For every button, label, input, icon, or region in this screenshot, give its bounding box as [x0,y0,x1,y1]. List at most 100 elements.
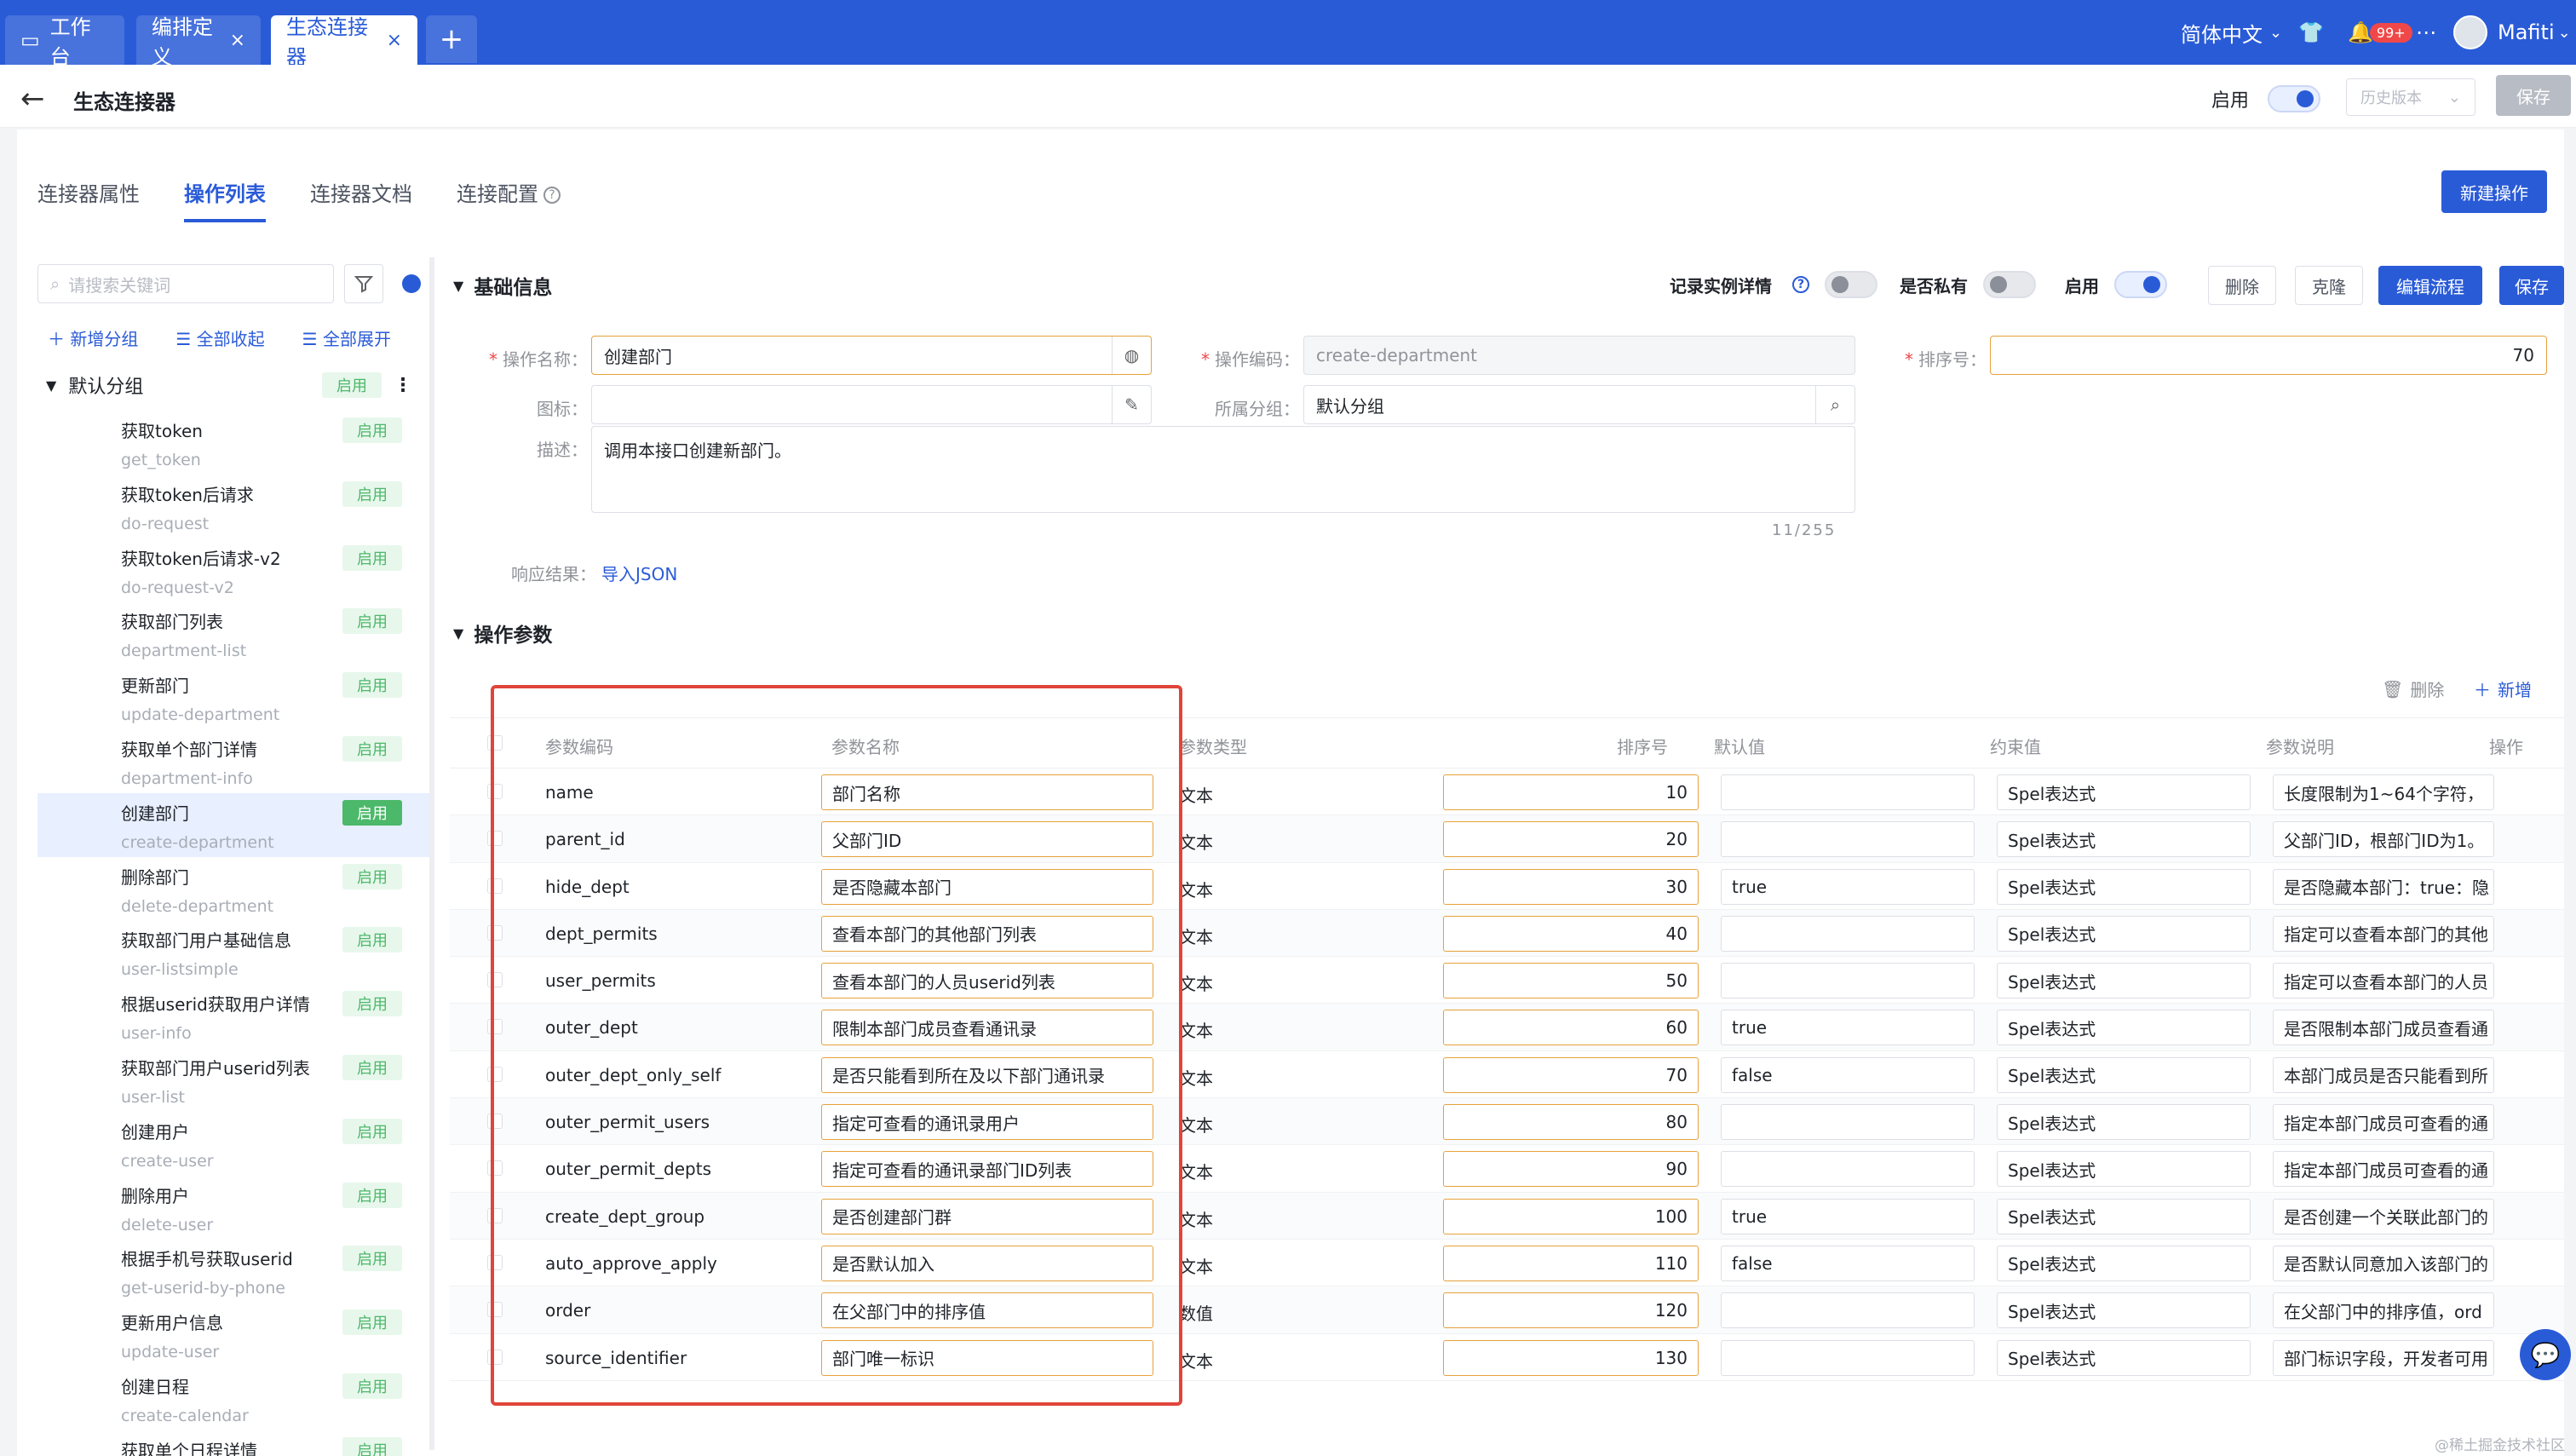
sidebar-operation-item[interactable]: 获取单个部门详情 department-info 启用 [37,729,429,793]
add-tab-button[interactable]: + [426,15,477,63]
add-param-button[interactable]: ＋ 新增 [2474,676,2532,701]
param-name-input[interactable]: 部门名称 [821,774,1153,810]
sidebar-operation-item[interactable]: 根据手机号获取userid get-userid-by-phone 启用 [37,1239,429,1303]
param-name-input[interactable]: 是否默认加入 [821,1245,1153,1281]
collapse-all-button[interactable]: ☰ 全部收起 [175,325,264,350]
param-sort-input[interactable]: 30 [1443,868,1699,905]
param-sort-input[interactable]: 120 [1443,1292,1699,1329]
sidebar-operation-item[interactable]: 获取部门用户基础信息 user-listsimple 启用 [37,920,429,984]
row-checkbox[interactable] [487,1302,503,1318]
param-constraint-select[interactable]: Spel表达式 [1997,915,2251,952]
delete-operation-button[interactable]: 删除 [2208,266,2276,305]
shirt-icon[interactable]: 👕 [2298,15,2324,49]
search-list-icon[interactable]: ⌕ [1815,386,1854,423]
back-arrow-icon[interactable]: ← [20,82,45,116]
param-name-input[interactable]: 指定可查看的通讯录用户 [821,1104,1153,1141]
param-desc-input[interactable]: 是否隐藏本部门：true：隐 [2273,868,2494,905]
sidebar-operation-item[interactable]: 创建用户 create-user 启用 [37,1112,429,1176]
row-checkbox[interactable] [487,1254,503,1270]
param-default-input[interactable]: false [1721,1245,1975,1281]
new-operation-button[interactable]: 新建操作 [2441,170,2547,213]
save-operation-button[interactable]: 保存 [2499,266,2564,305]
sidebar-operation-item[interactable]: 获取token后请求 do-request 启用 [37,475,429,538]
row-checkbox[interactable] [487,784,503,799]
param-desc-input[interactable]: 长度限制为1~64个字符， [2273,774,2494,810]
sidebar-scrollbar[interactable] [429,257,434,1450]
filter-icon[interactable] [344,264,383,303]
row-checkbox[interactable] [487,1160,503,1177]
basic-info-section[interactable]: ▼ 基础信息 [453,271,552,300]
param-desc-input[interactable]: 指定可以查看本部门的其他 [2273,915,2494,952]
param-desc-input[interactable]: 指定本部门成员可查看的通 [2273,1104,2494,1141]
sidebar-operation-item[interactable]: 删除部门 delete-department 启用 [37,857,429,921]
param-constraint-select[interactable]: Spel表达式 [1997,1339,2251,1376]
param-sort-input[interactable]: 20 [1443,821,1699,858]
param-constraint-select[interactable]: Spel表达式 [1997,1104,2251,1141]
history-version-select[interactable]: 历史版本 ⌄ [2346,78,2475,116]
subtab-2[interactable]: 连接器文档 [310,177,412,222]
operation-enable-toggle[interactable] [2114,271,2167,298]
param-sort-input[interactable]: 130 [1443,1339,1699,1376]
param-default-input[interactable] [1721,963,1975,999]
help-icon[interactable]: ? [1792,276,1809,293]
row-checkbox[interactable] [487,1207,503,1223]
language-switcher[interactable]: 简体中文 ⌄ [2181,15,2282,49]
import-json-link[interactable]: 导入JSON [601,561,677,585]
param-name-input[interactable]: 查看本部门的其他部门列表 [821,915,1153,952]
param-default-input[interactable]: true [1721,1198,1975,1234]
param-sort-input[interactable]: 40 [1443,915,1699,952]
param-desc-input[interactable]: 是否限制本部门成员查看通 [2273,1010,2494,1046]
sidebar-operation-item[interactable]: 获取token get_token 启用 [37,411,429,475]
expand-all-button[interactable]: ☰ 全部展开 [302,325,391,350]
notification-bell[interactable]: 🔔 99+ [2348,15,2412,49]
top-tab[interactable]: ▭ 工作台 [5,15,124,69]
param-sort-input[interactable]: 60 [1443,1010,1699,1046]
param-default-input[interactable] [1721,1151,1975,1188]
param-constraint-select[interactable]: Spel表达式 [1997,1245,2251,1281]
is-private-toggle[interactable] [1983,271,2036,298]
user-menu[interactable]: Mafiti ⌄ [2453,15,2571,49]
param-desc-input[interactable]: 部门标识字段，开发者可用 [2273,1339,2494,1376]
operation-code-input[interactable]: create-department [1303,336,1855,375]
sidebar-operation-item[interactable]: 创建部门 create-department 启用 [37,792,429,857]
sidebar-group[interactable]: ▼ 默认分组 启用 ⋮ [46,368,412,402]
param-default-input[interactable] [1721,774,1975,810]
subtab-3[interactable]: 连接配置? [457,177,561,222]
save-connector-button[interactable]: 保存 [2496,75,2571,116]
param-desc-input[interactable]: 指定本部门成员可查看的通 [2273,1151,2494,1188]
sidebar-search[interactable]: ⌕ 请搜索关键词 [37,264,334,303]
param-desc-input[interactable]: 是否创建一个关联此部门的 [2273,1198,2494,1234]
param-sort-input[interactable]: 110 [1443,1245,1699,1281]
param-name-input[interactable]: 限制本部门成员查看通讯录 [821,1010,1153,1046]
edit-flow-button[interactable]: 编辑流程 [2378,266,2482,305]
top-tab[interactable]: 编排定义 × [136,15,261,69]
sort-number-input[interactable]: 70 [1990,336,2547,375]
param-name-input[interactable]: 部门唯一标识 [821,1339,1153,1376]
sidebar-operation-item[interactable]: 获取部门列表 department-list 启用 [37,601,429,665]
collapse-sidebar-icon[interactable] [402,274,421,293]
sidebar-operation-item[interactable]: 创建日程 create-calendar 启用 [37,1367,429,1430]
param-default-input[interactable]: true [1721,868,1975,905]
more-vertical-icon[interactable]: ⋮ [394,375,412,396]
param-constraint-select[interactable]: Spel表达式 [1997,963,2251,999]
param-desc-input[interactable]: 是否默认同意加入该部门的 [2273,1245,2494,1281]
param-sort-input[interactable]: 90 [1443,1151,1699,1188]
param-desc-input[interactable]: 在父部门中的排序值，ord [2273,1292,2494,1329]
sidebar-operation-item[interactable]: 删除用户 delete-user 启用 [37,1176,429,1240]
row-checkbox[interactable] [487,831,503,847]
param-sort-input[interactable]: 50 [1443,963,1699,999]
params-section[interactable]: ▼ 操作参数 [453,619,552,647]
param-name-input[interactable]: 是否创建部门群 [821,1198,1153,1234]
param-name-input[interactable]: 是否隐藏本部门 [821,868,1153,905]
connector-enable-toggle[interactable] [2268,85,2321,112]
param-desc-input[interactable]: 本部门成员是否只能看到所 [2273,1056,2494,1093]
top-tab[interactable]: 生态连接器 × [271,15,417,69]
clone-operation-button[interactable]: 克隆 [2295,266,2363,305]
param-name-input[interactable]: 父部门ID [821,821,1153,858]
row-checkbox[interactable] [487,878,503,894]
param-default-input[interactable] [1721,915,1975,952]
operation-name-input[interactable]: 创建部门 ◍ [591,336,1152,375]
param-default-input[interactable]: false [1721,1056,1975,1093]
param-constraint-select[interactable]: Spel表达式 [1997,774,2251,810]
param-default-input[interactable] [1721,1104,1975,1141]
